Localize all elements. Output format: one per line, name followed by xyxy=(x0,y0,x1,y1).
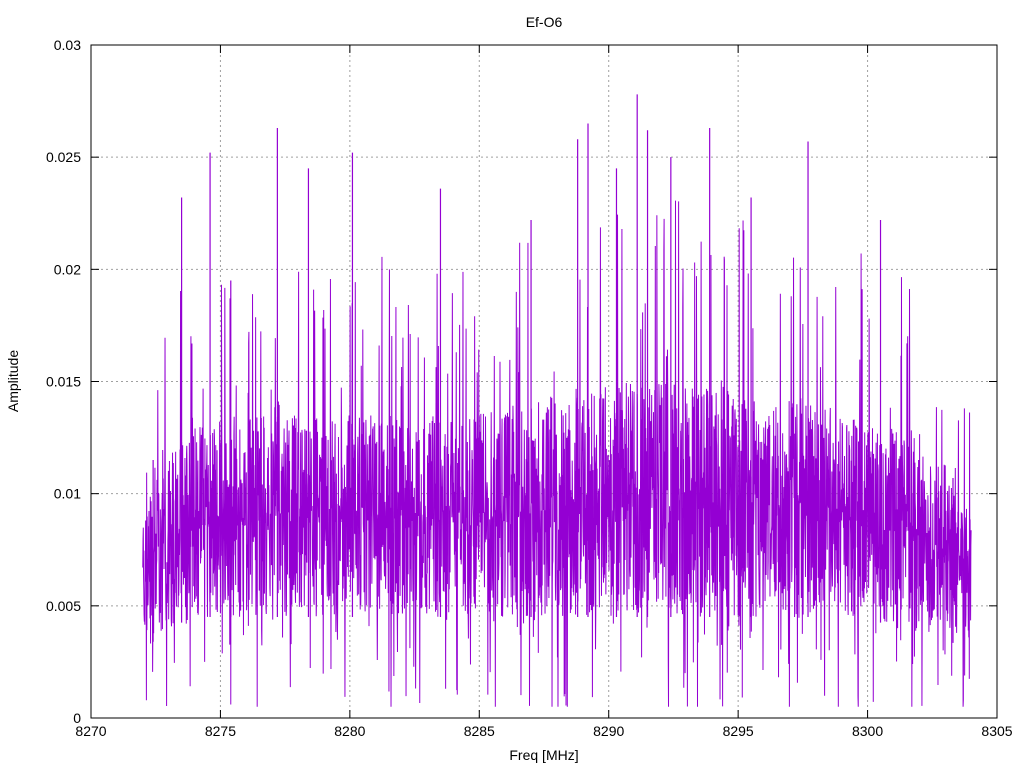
y-tick-label: 0 xyxy=(73,710,81,726)
x-tick-label: 8285 xyxy=(464,723,495,739)
x-tick-label: 8280 xyxy=(334,723,365,739)
chart-svg: 8270 8275 8280 8285 8290 8295 8300 830500.0050.… xyxy=(0,0,1024,768)
x-tick-label: 8290 xyxy=(593,723,624,739)
x-tick-label: 8305 xyxy=(981,723,1012,739)
y-tick-label: 0.015 xyxy=(46,374,81,390)
chart: 8270 8275 8280 8285 8290 8295 8300 8305 0 0.005 0.… xyxy=(0,0,1024,768)
y-tick-label: 0.02 xyxy=(54,261,81,277)
y-axis-label: Amplitude xyxy=(5,350,21,412)
y-tick-label: 0.025 xyxy=(46,149,81,165)
y-tick-label: 0.01 xyxy=(54,486,81,502)
y-tick-label: 0.03 xyxy=(54,37,81,53)
x-axis-label: Freq [MHz] xyxy=(509,747,578,763)
x-tick-label: 8300 xyxy=(852,723,883,739)
x-tick-label: 8295 xyxy=(723,723,754,739)
chart-background xyxy=(0,0,1024,768)
x-tick-label: 8275 xyxy=(205,723,236,739)
y-tick-label: 0.005 xyxy=(46,598,81,614)
chart-title: Ef-O6 xyxy=(526,14,563,30)
